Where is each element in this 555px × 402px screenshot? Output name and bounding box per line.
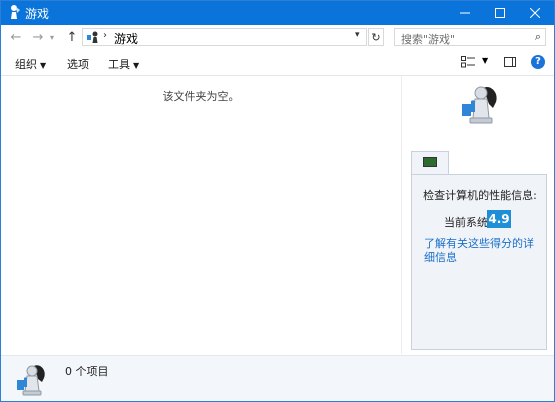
address-bar[interactable]: › 游戏 ▾ <box>82 28 367 46</box>
details-pane: 检查计算机的性能信息: 当前系统 4.9 了解有关这些得分的详细信息 <box>401 76 554 354</box>
back-button[interactable]: ← <box>7 28 25 46</box>
current-system-label: 当前系统 <box>444 216 488 229</box>
score-badge: 4.9 <box>487 210 511 228</box>
explorer-window: 游戏 ← → ▾ ↑ › 游戏 ▾ ↻ 搜索"游戏" ⌕ 组织 ▼ 选项 工具 … <box>0 0 555 402</box>
status-bar: 0 个项目 <box>1 355 554 401</box>
games-folder-icon <box>11 5 20 19</box>
maximize-icon <box>495 8 505 18</box>
window-title: 游戏 <box>25 7 50 21</box>
performance-title: 检查计算机的性能信息: <box>423 189 537 202</box>
organize-label: 组织 <box>15 58 37 71</box>
chevron-down-icon: ▼ <box>133 61 140 70</box>
search-placeholder: 搜索"游戏" <box>401 33 456 46</box>
minimize-button[interactable] <box>448 1 482 25</box>
performance-tab[interactable] <box>411 151 449 175</box>
navigation-bar: ← → ▾ ↑ › 游戏 ▾ ↻ 搜索"游戏" ⌕ <box>1 25 554 49</box>
search-icon[interactable]: ⌕ <box>535 30 541 44</box>
address-dropdown-icon[interactable]: ▾ <box>355 30 360 40</box>
minimize-icon <box>460 12 470 14</box>
title-bar[interactable]: 游戏 <box>1 1 554 25</box>
score-details-link[interactable]: 了解有关这些得分的详细信息 <box>424 237 542 265</box>
preview-pane-icon[interactable] <box>504 57 516 67</box>
recent-locations-button[interactable]: ▾ <box>47 28 57 46</box>
forward-button[interactable]: → <box>29 28 47 46</box>
view-options-dropdown-icon[interactable]: ▼ <box>482 56 488 65</box>
help-icon[interactable]: ? <box>531 55 545 69</box>
games-large-icon <box>462 86 497 124</box>
file-list[interactable]: 该文件夹为空。 <box>1 76 401 354</box>
item-count: 0 个项目 <box>65 365 109 378</box>
chevron-down-icon: ▼ <box>40 61 47 70</box>
close-icon <box>530 8 540 18</box>
breadcrumb-games[interactable]: 游戏 <box>114 30 138 47</box>
organize-menu[interactable]: 组织 ▼ <box>15 56 46 72</box>
performance-panel: 检查计算机的性能信息: 当前系统 4.9 了解有关这些得分的详细信息 <box>411 174 547 350</box>
games-icon <box>17 365 45 396</box>
up-button[interactable]: ↑ <box>63 28 81 46</box>
options-button[interactable]: 选项 <box>67 56 89 72</box>
refresh-button[interactable]: ↻ <box>368 28 384 46</box>
close-button[interactable] <box>518 1 552 25</box>
games-location-icon <box>87 31 98 43</box>
command-bar: 组织 ▼ 选项 工具 ▼ ▼ ? <box>1 49 554 76</box>
tools-menu[interactable]: 工具 ▼ <box>108 56 139 72</box>
maximize-button[interactable] <box>483 1 517 25</box>
empty-folder-message: 该文件夹为空。 <box>162 90 240 103</box>
search-box[interactable]: 搜索"游戏" ⌕ <box>394 28 546 46</box>
change-view-icon[interactable] <box>461 56 475 68</box>
monitor-icon <box>423 157 437 167</box>
tools-label: 工具 <box>108 58 130 71</box>
breadcrumb-separator-icon: › <box>103 30 107 41</box>
